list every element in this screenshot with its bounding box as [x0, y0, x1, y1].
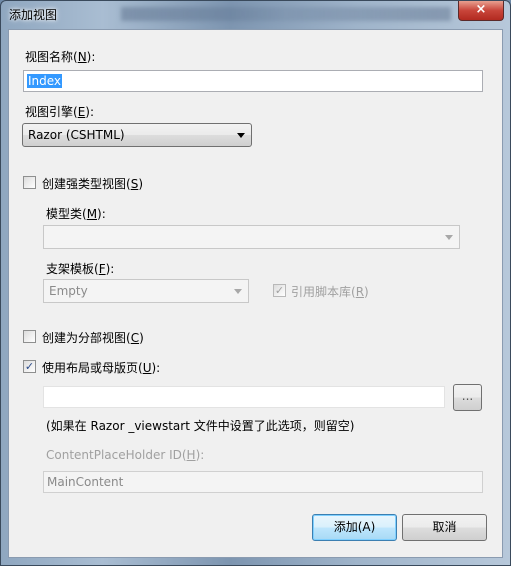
- add-button[interactable]: 添加(A): [312, 514, 397, 541]
- partial-view-checkbox[interactable]: [23, 330, 36, 343]
- strongly-typed-checkbox[interactable]: [23, 176, 36, 189]
- close-icon: ×: [475, 2, 487, 17]
- reference-scripts-checkbox[interactable]: ✓: [273, 284, 286, 297]
- titlebar-background: [121, 7, 451, 21]
- chevron-down-icon: [445, 235, 453, 240]
- scaffold-template-label: 支架模板(F):: [46, 262, 115, 276]
- chevron-down-icon: [237, 133, 245, 138]
- cancel-button[interactable]: 取消: [402, 514, 487, 541]
- view-name-input[interactable]: Index: [23, 70, 483, 92]
- view-name-label: 视图名称(N):: [25, 50, 96, 64]
- view-engine-select[interactable]: Razor (CSHTML): [22, 123, 252, 147]
- model-class-label: 模型类(M):: [46, 207, 106, 221]
- use-layout-checkbox[interactable]: ✓: [23, 360, 36, 373]
- content-placeholder-label: ContentPlaceHolder ID(H):: [46, 448, 205, 462]
- layout-hint: (如果在 Razor _viewstart 文件中设置了此选项，则留空): [46, 419, 355, 433]
- browse-button[interactable]: ...: [453, 384, 482, 411]
- view-engine-label: 视图引擎(E):: [25, 105, 95, 119]
- close-button[interactable]: ×: [458, 1, 504, 21]
- window-title: 添加视图: [9, 8, 58, 22]
- layout-path-input[interactable]: [43, 386, 445, 408]
- chevron-down-icon: [234, 289, 242, 294]
- scaffold-template-select[interactable]: Empty: [43, 279, 249, 303]
- reference-scripts-label[interactable]: 引用脚本库(R): [291, 283, 369, 300]
- content-placeholder-input[interactable]: MainContent: [43, 471, 483, 493]
- model-class-select[interactable]: [43, 225, 460, 249]
- use-layout-label[interactable]: 使用布局或母版页(U):: [42, 359, 160, 376]
- strongly-typed-label[interactable]: 创建强类型视图(S): [42, 175, 143, 192]
- partial-view-label[interactable]: 创建为分部视图(C): [42, 329, 144, 346]
